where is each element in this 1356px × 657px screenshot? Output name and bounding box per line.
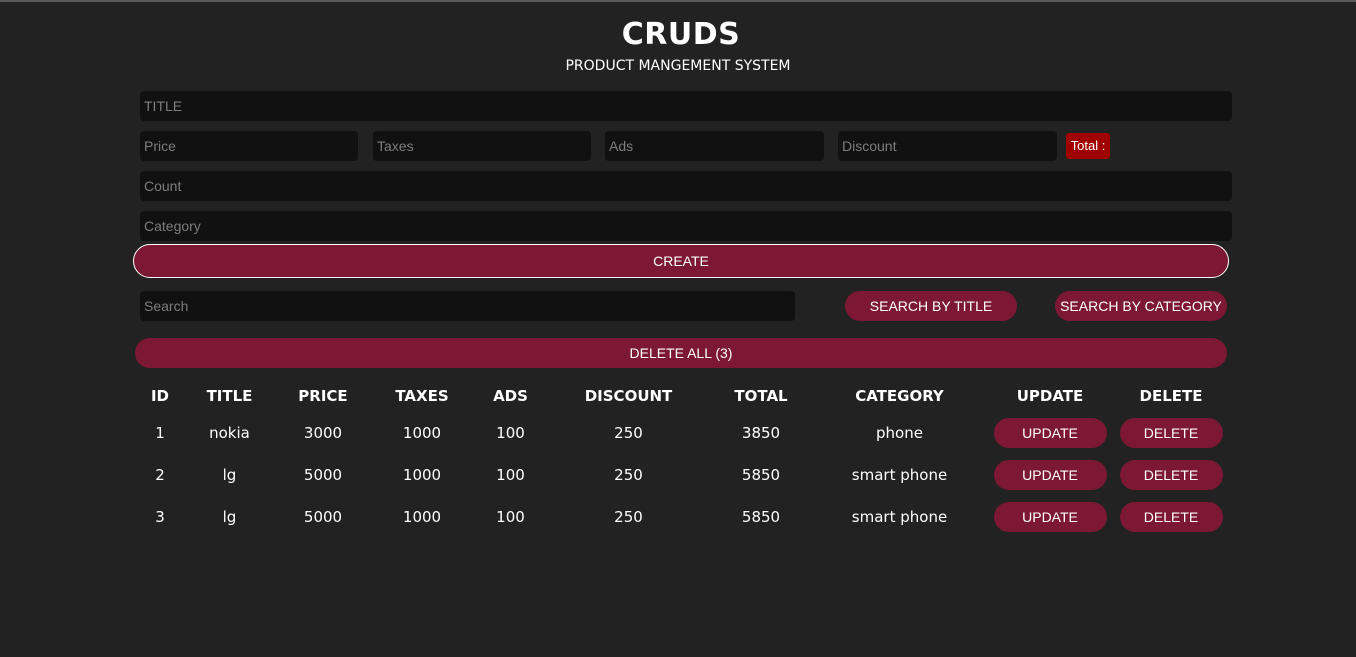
cell-id: 1	[155, 424, 165, 442]
cell-update: UPDATE	[985, 496, 1115, 538]
taxes-input[interactable]	[373, 131, 591, 161]
header-id: ID	[150, 387, 170, 405]
update-button[interactable]: UPDATE	[993, 460, 1107, 490]
page: CRUDS PRODUCT MANGEMENT SYSTEM Total : C…	[0, 0, 1356, 657]
cell-discount: 250	[614, 466, 643, 484]
search-by-title-button[interactable]: SEARCH BY TITLE	[845, 291, 1017, 321]
cell-title: lg	[222, 508, 237, 526]
cell-title: nokia	[209, 424, 250, 442]
table-row: 1 nokia 3000 1000 100 250 3850 phone UPD…	[135, 412, 1227, 454]
header-price: PRICE	[298, 387, 348, 405]
count-input[interactable]	[140, 171, 1232, 201]
cell-update: UPDATE	[985, 454, 1115, 496]
update-button[interactable]: UPDATE	[993, 502, 1107, 532]
header-discount: DISCOUNT	[584, 387, 673, 405]
ads-input[interactable]	[605, 131, 824, 161]
products-table: ID TITLE PRICE TAXES ADS DISCOUNT TOTAL …	[135, 380, 1227, 538]
price-input[interactable]	[140, 131, 358, 161]
cell-delete: DELETE	[1115, 496, 1227, 538]
cell-id: 3	[155, 508, 165, 526]
cell-delete: DELETE	[1115, 412, 1227, 454]
cell-category: smart phone	[851, 466, 948, 484]
create-button[interactable]: CREATE	[133, 244, 1229, 278]
cell-discount: 250	[614, 424, 643, 442]
delete-all-button[interactable]: DELETE ALL (3)	[135, 338, 1227, 368]
cell-total: 3850	[741, 424, 781, 442]
cell-ads: 100	[496, 424, 525, 442]
cell-total: 5850	[741, 508, 781, 526]
cell-discount: 250	[614, 508, 643, 526]
page-header: CRUDS PRODUCT MANGEMENT SYSTEM	[0, 14, 1356, 76]
category-input[interactable]	[140, 211, 1232, 241]
cell-id: 2	[155, 466, 165, 484]
table-row: 2 lg 5000 1000 100 250 5850 smart phone …	[135, 454, 1227, 496]
table-row: 3 lg 5000 1000 100 250 5850 smart phone …	[135, 496, 1227, 538]
cell-update: UPDATE	[985, 412, 1115, 454]
cell-price: 5000	[303, 508, 343, 526]
cell-ads: 100	[496, 466, 525, 484]
discount-input[interactable]	[838, 131, 1057, 161]
cell-ads: 100	[496, 508, 525, 526]
cell-total: 5850	[741, 466, 781, 484]
update-button[interactable]: UPDATE	[993, 418, 1107, 448]
header-delete: DELETE	[1139, 387, 1203, 405]
cell-taxes: 1000	[402, 424, 442, 442]
cell-taxes: 1000	[402, 466, 442, 484]
delete-button[interactable]: DELETE	[1119, 418, 1223, 448]
header-title: TITLE	[206, 387, 253, 405]
cell-price: 3000	[303, 424, 343, 442]
header-taxes: TAXES	[395, 387, 449, 405]
search-by-category-button[interactable]: SEARCH BY CATEGORY	[1055, 291, 1227, 321]
delete-button[interactable]: DELETE	[1119, 502, 1223, 532]
cell-category: phone	[876, 424, 923, 442]
header-total: TOTAL	[734, 387, 788, 405]
search-input[interactable]	[140, 291, 795, 321]
header-ads: ADS	[493, 387, 528, 405]
page-subtitle: PRODUCT MANGEMENT SYSTEM	[565, 58, 791, 74]
title-input[interactable]	[140, 91, 1232, 121]
cell-delete: DELETE	[1115, 454, 1227, 496]
header-category: CATEGORY	[855, 387, 944, 405]
delete-button[interactable]: DELETE	[1119, 460, 1223, 490]
header-update: UPDATE	[1016, 387, 1084, 405]
cell-title: lg	[222, 466, 237, 484]
table-header-row: ID TITLE PRICE TAXES ADS DISCOUNT TOTAL …	[135, 380, 1227, 412]
cell-category: smart phone	[851, 508, 948, 526]
cell-taxes: 1000	[402, 508, 442, 526]
page-title: CRUDS	[621, 17, 741, 52]
cell-price: 5000	[303, 466, 343, 484]
total-badge: Total :	[1066, 133, 1110, 159]
